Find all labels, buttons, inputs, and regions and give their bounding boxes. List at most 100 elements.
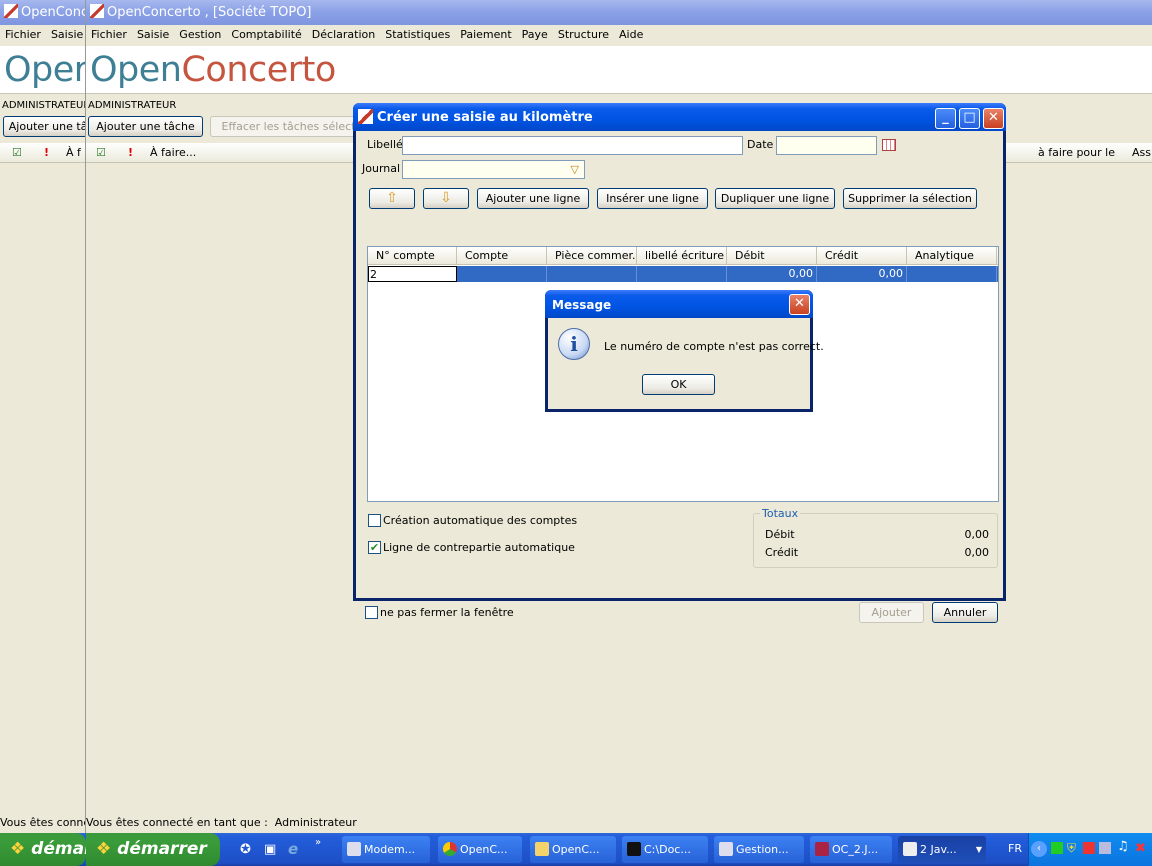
task-folder-openc[interactable]: OpenC...	[530, 836, 616, 863]
brand-text-open: Open	[90, 50, 182, 90]
cell-compte[interactable]	[457, 266, 547, 282]
totaux-credit-value: 0,00	[964, 546, 990, 559]
quicklaunch-icon-1[interactable]: ✪	[240, 842, 251, 857]
menu-fichier[interactable]: Fichier	[86, 25, 132, 45]
cell-piece[interactable]	[547, 266, 637, 282]
libelle-input[interactable]	[402, 136, 743, 155]
back-menu-fichier[interactable]: Fichier	[0, 25, 46, 45]
col-compte[interactable]: Compte	[457, 247, 547, 265]
task-modem[interactable]: Modem...	[342, 836, 430, 863]
back-afaire-column[interactable]: À f	[66, 143, 81, 162]
tray-icon-3[interactable]	[1083, 842, 1095, 854]
move-down-button[interactable]: ⇩	[423, 188, 469, 209]
tray-expand-icon[interactable]: ‹	[1031, 841, 1047, 857]
add-task-button[interactable]: Ajouter une tâche	[88, 116, 203, 137]
col-libelle[interactable]: libellé écriture	[637, 247, 727, 265]
close-button[interactable]: ✕	[983, 108, 1004, 129]
main-window-titlebar[interactable]: OpenConcerto , [Société TOPO]	[86, 0, 1152, 25]
arrow-down-icon: ⇩	[440, 190, 452, 206]
ajouter-button[interactable]: Ajouter	[859, 602, 924, 623]
cell-debit[interactable]: 0,00	[727, 266, 817, 282]
tray-icon-1[interactable]	[1051, 842, 1063, 854]
menu-gestion[interactable]: Gestion	[174, 25, 226, 45]
calendar-icon[interactable]	[882, 139, 896, 151]
saisie-dialog-titlebar[interactable]: Créer une saisie au kilomètre _ □ ✕	[353, 103, 1006, 131]
openconcerto-logo-icon	[4, 4, 18, 18]
totaux-group: Totaux Débit 0,00 Crédit 0,00	[753, 507, 998, 568]
minimize-button[interactable]: _	[935, 108, 956, 129]
brand-text-concerto: Concerto	[181, 50, 336, 90]
task-7zip[interactable]: C:\Doc...	[622, 836, 708, 863]
windows-logo-icon: ❖	[96, 839, 112, 859]
menu-statistiques[interactable]: Statistiques	[380, 25, 455, 45]
cell-num-compte-editor[interactable]: 2	[368, 266, 457, 282]
auto-counterpart-checkbox[interactable]: ✔	[368, 541, 381, 554]
date-input[interactable]	[776, 136, 877, 155]
cell-analytique[interactable]	[907, 266, 997, 282]
annuler-button[interactable]: Annuler	[932, 602, 998, 623]
start-button[interactable]: ❖ démarrer	[86, 833, 220, 866]
folder-icon	[535, 842, 549, 856]
language-indicator[interactable]: FR	[1008, 842, 1022, 855]
ok-button[interactable]: OK	[642, 374, 715, 395]
col-num-compte[interactable]: N° compte	[368, 247, 457, 265]
libelle-label: Libellé	[367, 138, 403, 151]
task-java[interactable]: 2 Jav... ▼	[898, 836, 986, 863]
menu-structure[interactable]: Structure	[553, 25, 614, 45]
cell-credit[interactable]: 0,00	[817, 266, 907, 282]
menu-comptabilite[interactable]: Comptabilité	[226, 25, 306, 45]
afaire-column[interactable]: À faire...	[150, 143, 196, 162]
back-brand-text: Oper	[4, 50, 86, 90]
totaux-credit-label: Crédit	[765, 546, 799, 559]
task-gestion[interactable]: Gestion...	[714, 836, 804, 863]
volume-icon[interactable]: ♫	[1117, 839, 1129, 854]
priority-column-icon: !	[128, 146, 134, 159]
ie-icon[interactable]: e	[288, 840, 298, 858]
col-credit[interactable]: Crédit	[817, 247, 907, 265]
task-oc-jar[interactable]: OC_2.J...	[810, 836, 892, 863]
auto-accounts-checkbox[interactable]	[368, 514, 381, 527]
delete-selection-button[interactable]: Supprimer la sélection	[843, 188, 977, 209]
task-label: OC_2.J...	[832, 843, 879, 856]
insert-line-button[interactable]: Insérer une ligne	[597, 188, 708, 209]
shield-icon[interactable]: ⛨	[1067, 841, 1076, 856]
status-bar: Vous êtes connecté en tant que : Adminis…	[86, 815, 1152, 831]
back-menubar: Fichier Saisie	[0, 25, 86, 45]
assign-column[interactable]: Assigné	[1132, 143, 1152, 162]
back-window: OpenConc Fichier Saisie Oper ADMINISTRATE…	[0, 0, 86, 833]
journal-select[interactable]: ▽	[402, 160, 585, 179]
system-tray: ‹ ⛨ ♫ ✖	[1028, 833, 1152, 866]
status-user: Administrateur	[274, 816, 357, 829]
menu-aide[interactable]: Aide	[614, 25, 648, 45]
maximize-button[interactable]: □	[959, 108, 980, 129]
back-menu-saisie[interactable]: Saisie	[46, 25, 86, 45]
message-titlebar[interactable]: Message ✕	[545, 290, 813, 318]
back-add-task-button[interactable]: Ajouter une tâche	[3, 116, 86, 137]
status-prefix: Vous êtes connecté en tant que :	[86, 816, 268, 829]
duplicate-line-button[interactable]: Dupliquer une ligne	[715, 188, 835, 209]
menu-paye[interactable]: Paye	[517, 25, 553, 45]
col-analytique[interactable]: Analytique	[907, 247, 997, 265]
table-row[interactable]: 2 0,00 0,00	[368, 266, 998, 282]
col-debit[interactable]: Débit	[727, 247, 817, 265]
message-close-button[interactable]: ✕	[789, 294, 810, 315]
cell-libelle[interactable]	[637, 266, 727, 282]
task-chrome-openc[interactable]: OpenC...	[438, 836, 522, 863]
console-icon	[719, 842, 733, 856]
menu-declaration[interactable]: Déclaration	[307, 25, 380, 45]
keep-open-checkbox[interactable]	[365, 606, 378, 619]
afaire-pour-column[interactable]: à faire pour le	[1038, 143, 1115, 162]
col-piece[interactable]: Pièce commer...	[547, 247, 637, 265]
menu-paiement[interactable]: Paiement	[455, 25, 516, 45]
network-icon[interactable]	[1099, 842, 1111, 854]
add-line-button[interactable]: Ajouter une ligne	[477, 188, 589, 209]
taskbar: ❖ démai ❖ démarrer ✪ ▣ e » Modem... Open…	[0, 833, 1152, 866]
java-icon	[903, 842, 917, 856]
tray-icon-6[interactable]: ✖	[1135, 841, 1146, 856]
quicklaunch-icon-2[interactable]: ▣	[264, 842, 276, 857]
menu-saisie[interactable]: Saisie	[132, 25, 174, 45]
move-up-button[interactable]: ⇧	[369, 188, 415, 209]
quicklaunch-more-icon[interactable]: »	[315, 837, 321, 848]
start-button-back[interactable]: ❖ démai	[0, 833, 86, 866]
back-window-titlebar[interactable]: OpenConc	[0, 0, 86, 25]
